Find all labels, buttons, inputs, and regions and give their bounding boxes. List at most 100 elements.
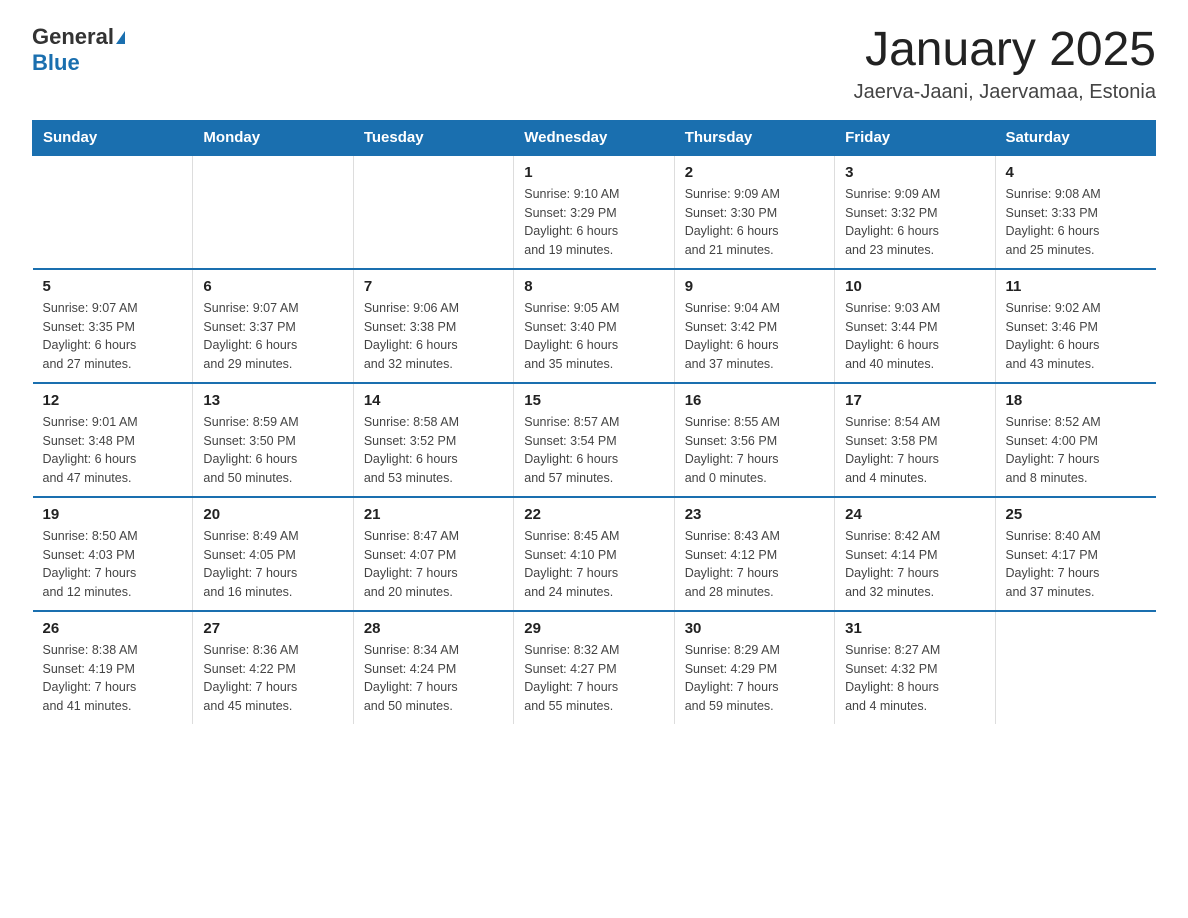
day-number: 11 — [1006, 278, 1146, 295]
month-title: January 2025 — [854, 24, 1156, 77]
day-cell-2-0: 12 Sunrise: 9:01 AM Sunset: 3:48 PM Dayli… — [33, 383, 193, 497]
day-info: Sunrise: 8:38 AM Sunset: 4:19 PM Dayligh… — [43, 641, 183, 716]
day-info: Sunrise: 8:45 AM Sunset: 4:10 PM Dayligh… — [524, 527, 663, 602]
day-cell-1-3: 8 Sunrise: 9:05 AM Sunset: 3:40 PM Daylig… — [514, 269, 674, 383]
day-number: 16 — [685, 392, 824, 409]
day-info: Sunrise: 9:07 AM Sunset: 3:37 PM Dayligh… — [203, 299, 342, 374]
day-cell-4-4: 30Sunrise: 8:29 AM Sunset: 4:29 PM Dayli… — [674, 611, 834, 724]
header-sunday: Sunday — [33, 120, 193, 155]
day-cell-4-5: 31 Sunrise: 8:27 AM Sunset: 4:32 PM Dayli… — [835, 611, 995, 724]
week-row-1: 1 Sunrise: 9:10 AM Sunset: 3:29 PM Daylig… — [33, 155, 1156, 269]
day-cell-0-0 — [33, 155, 193, 269]
day-number: 12 — [43, 392, 183, 409]
day-cell-2-1: 13Sunrise: 8:59 AM Sunset: 3:50 PM Dayli… — [193, 383, 353, 497]
day-number: 24 — [845, 506, 984, 523]
day-number: 31 — [845, 620, 984, 637]
logo: General Blue — [32, 24, 125, 77]
header-monday: Monday — [193, 120, 353, 155]
day-number: 30 — [685, 620, 824, 637]
day-number: 21 — [364, 506, 503, 523]
day-cell-2-6: 18Sunrise: 8:52 AM Sunset: 4:00 PM Dayli… — [995, 383, 1155, 497]
day-number: 28 — [364, 620, 503, 637]
day-info: Sunrise: 9:09 AM Sunset: 3:32 PM Dayligh… — [845, 185, 984, 260]
day-cell-3-4: 23 Sunrise: 8:43 AM Sunset: 4:12 PM Dayli… — [674, 497, 834, 611]
day-cell-0-2 — [353, 155, 513, 269]
day-info: Sunrise: 9:08 AM Sunset: 3:33 PM Dayligh… — [1006, 185, 1146, 260]
day-number: 6 — [203, 278, 342, 295]
day-cell-2-5: 17 Sunrise: 8:54 AM Sunset: 3:58 PM Dayli… — [835, 383, 995, 497]
day-cell-0-3: 1 Sunrise: 9:10 AM Sunset: 3:29 PM Daylig… — [514, 155, 674, 269]
title-block: January 2025 Jaerva-Jaani, Jaervamaa, Es… — [854, 24, 1156, 104]
day-cell-0-6: 4Sunrise: 9:08 AM Sunset: 3:33 PM Daylig… — [995, 155, 1155, 269]
day-cell-0-1 — [193, 155, 353, 269]
day-number: 17 — [845, 392, 984, 409]
day-number: 3 — [845, 164, 984, 181]
day-cell-4-6 — [995, 611, 1155, 724]
day-cell-2-2: 14 Sunrise: 8:58 AM Sunset: 3:52 PM Dayli… — [353, 383, 513, 497]
day-info: Sunrise: 8:40 AM Sunset: 4:17 PM Dayligh… — [1006, 527, 1146, 602]
day-cell-2-4: 16 Sunrise: 8:55 AM Sunset: 3:56 PM Dayli… — [674, 383, 834, 497]
day-number: 5 — [43, 278, 183, 295]
day-info: Sunrise: 8:32 AM Sunset: 4:27 PM Dayligh… — [524, 641, 663, 716]
day-info: Sunrise: 9:10 AM Sunset: 3:29 PM Dayligh… — [524, 185, 663, 260]
day-number: 15 — [524, 392, 663, 409]
day-info: Sunrise: 8:34 AM Sunset: 4:24 PM Dayligh… — [364, 641, 503, 716]
day-cell-4-0: 26 Sunrise: 8:38 AM Sunset: 4:19 PM Dayli… — [33, 611, 193, 724]
day-info: Sunrise: 8:55 AM Sunset: 3:56 PM Dayligh… — [685, 413, 824, 488]
day-number: 23 — [685, 506, 824, 523]
day-info: Sunrise: 9:04 AM Sunset: 3:42 PM Dayligh… — [685, 299, 824, 374]
day-info: Sunrise: 9:07 AM Sunset: 3:35 PM Dayligh… — [43, 299, 183, 374]
day-number: 26 — [43, 620, 183, 637]
day-cell-2-3: 15Sunrise: 8:57 AM Sunset: 3:54 PM Dayli… — [514, 383, 674, 497]
day-number: 8 — [524, 278, 663, 295]
day-number: 20 — [203, 506, 342, 523]
day-info: Sunrise: 8:27 AM Sunset: 4:32 PM Dayligh… — [845, 641, 984, 716]
day-cell-1-4: 9Sunrise: 9:04 AM Sunset: 3:42 PM Daylig… — [674, 269, 834, 383]
logo-blue: Blue — [32, 50, 80, 75]
day-number: 19 — [43, 506, 183, 523]
day-cell-3-6: 25 Sunrise: 8:40 AM Sunset: 4:17 PM Dayli… — [995, 497, 1155, 611]
day-number: 10 — [845, 278, 984, 295]
day-info: Sunrise: 9:02 AM Sunset: 3:46 PM Dayligh… — [1006, 299, 1146, 374]
day-info: Sunrise: 9:09 AM Sunset: 3:30 PM Dayligh… — [685, 185, 824, 260]
day-info: Sunrise: 8:52 AM Sunset: 4:00 PM Dayligh… — [1006, 413, 1146, 488]
day-info: Sunrise: 8:49 AM Sunset: 4:05 PM Dayligh… — [203, 527, 342, 602]
day-number: 2 — [685, 164, 824, 181]
header-friday: Friday — [835, 120, 995, 155]
day-cell-3-1: 20 Sunrise: 8:49 AM Sunset: 4:05 PM Dayli… — [193, 497, 353, 611]
day-info: Sunrise: 9:03 AM Sunset: 3:44 PM Dayligh… — [845, 299, 984, 374]
week-row-5: 26 Sunrise: 8:38 AM Sunset: 4:19 PM Dayli… — [33, 611, 1156, 724]
day-number: 1 — [524, 164, 663, 181]
day-info: Sunrise: 9:06 AM Sunset: 3:38 PM Dayligh… — [364, 299, 503, 374]
day-cell-0-5: 3 Sunrise: 9:09 AM Sunset: 3:32 PM Daylig… — [835, 155, 995, 269]
day-number: 27 — [203, 620, 342, 637]
day-cell-4-3: 29Sunrise: 8:32 AM Sunset: 4:27 PM Dayli… — [514, 611, 674, 724]
day-info: Sunrise: 8:43 AM Sunset: 4:12 PM Dayligh… — [685, 527, 824, 602]
day-number: 7 — [364, 278, 503, 295]
day-number: 22 — [524, 506, 663, 523]
day-cell-0-4: 2 Sunrise: 9:09 AM Sunset: 3:30 PM Daylig… — [674, 155, 834, 269]
header-thursday: Thursday — [674, 120, 834, 155]
week-row-2: 5 Sunrise: 9:07 AM Sunset: 3:35 PM Daylig… — [33, 269, 1156, 383]
day-number: 14 — [364, 392, 503, 409]
day-cell-1-2: 7 Sunrise: 9:06 AM Sunset: 3:38 PM Daylig… — [353, 269, 513, 383]
location-subtitle: Jaerva-Jaani, Jaervamaa, Estonia — [854, 81, 1156, 104]
day-info: Sunrise: 8:42 AM Sunset: 4:14 PM Dayligh… — [845, 527, 984, 602]
day-info: Sunrise: 9:01 AM Sunset: 3:48 PM Dayligh… — [43, 413, 183, 488]
header-wednesday: Wednesday — [514, 120, 674, 155]
day-cell-4-2: 28 Sunrise: 8:34 AM Sunset: 4:24 PM Dayli… — [353, 611, 513, 724]
weekday-header-row: Sunday Monday Tuesday Wednesday Thursday… — [33, 120, 1156, 155]
day-cell-1-5: 10 Sunrise: 9:03 AM Sunset: 3:44 PM Dayli… — [835, 269, 995, 383]
day-info: Sunrise: 9:05 AM Sunset: 3:40 PM Dayligh… — [524, 299, 663, 374]
day-cell-3-0: 19Sunrise: 8:50 AM Sunset: 4:03 PM Dayli… — [33, 497, 193, 611]
page-header: General Blue January 2025 Jaerva-Jaani, … — [32, 24, 1156, 104]
day-number: 25 — [1006, 506, 1146, 523]
week-row-3: 12 Sunrise: 9:01 AM Sunset: 3:48 PM Dayli… — [33, 383, 1156, 497]
day-cell-3-5: 24 Sunrise: 8:42 AM Sunset: 4:14 PM Dayli… — [835, 497, 995, 611]
day-info: Sunrise: 8:47 AM Sunset: 4:07 PM Dayligh… — [364, 527, 503, 602]
header-tuesday: Tuesday — [353, 120, 513, 155]
day-info: Sunrise: 8:54 AM Sunset: 3:58 PM Dayligh… — [845, 413, 984, 488]
day-info: Sunrise: 8:58 AM Sunset: 3:52 PM Dayligh… — [364, 413, 503, 488]
calendar-table: Sunday Monday Tuesday Wednesday Thursday… — [32, 120, 1156, 724]
day-cell-1-0: 5 Sunrise: 9:07 AM Sunset: 3:35 PM Daylig… — [33, 269, 193, 383]
